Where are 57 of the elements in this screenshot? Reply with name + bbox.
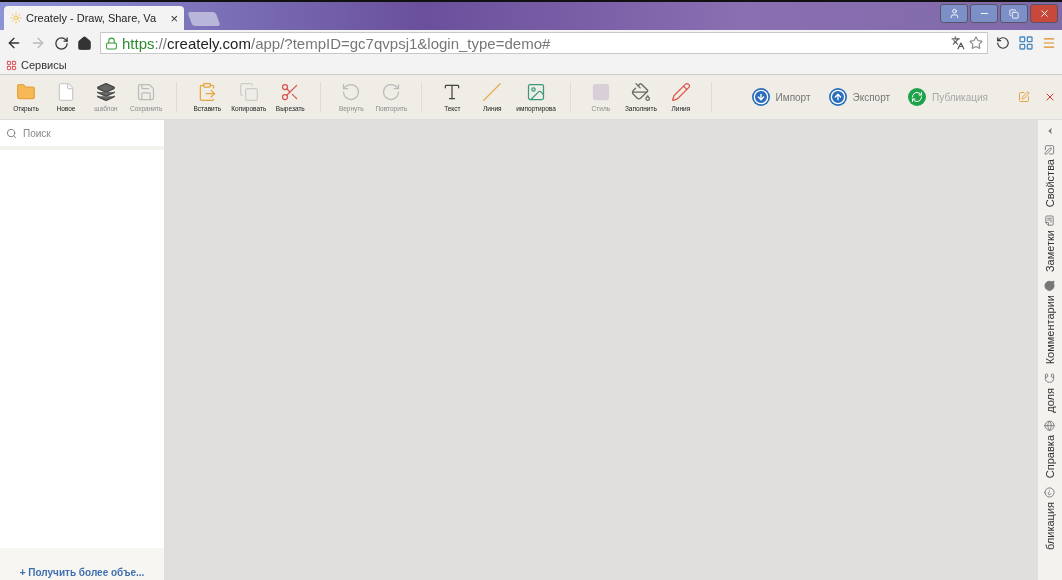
close-button[interactable] — [1030, 4, 1058, 23]
clipboard-icon — [197, 82, 218, 102]
refresh-icon[interactable] — [996, 36, 1010, 50]
copy-icon — [238, 82, 259, 102]
comment-icon — [1044, 280, 1056, 292]
reload-icon[interactable] — [54, 35, 69, 51]
note-icon — [1044, 215, 1056, 227]
search-icon — [6, 127, 17, 139]
restore-icon — [1009, 8, 1019, 19]
properties-icon — [1044, 144, 1056, 155]
tab-close-button[interactable]: × — [170, 10, 178, 26]
lock-icon — [105, 36, 118, 50]
new-tab-button[interactable] — [187, 12, 221, 26]
side-tab[interactable]: доля — [1044, 372, 1056, 413]
collapse-icon[interactable] — [1045, 126, 1055, 136]
upload-icon — [828, 88, 847, 106]
redo-icon — [381, 82, 402, 102]
browser-tab[interactable]: Creately - Draw, Share, Va × — [4, 6, 184, 30]
undo-icon — [341, 82, 362, 102]
side-tab[interactable]: Комментарии — [1044, 280, 1056, 365]
action-button[interactable]: Экспорт — [828, 88, 891, 106]
address-field[interactable]: https://creately.com/app/?tempID=gc7qvpsj1&login_type=demo# — [100, 32, 988, 54]
minimize-button[interactable] — [970, 4, 998, 23]
comment-box-icon[interactable] — [1018, 91, 1030, 103]
close-icon[interactable] — [1044, 91, 1056, 103]
menu-icon[interactable] — [1042, 36, 1056, 50]
image-icon — [526, 82, 547, 102]
save-icon — [136, 82, 157, 102]
layers-icon — [96, 82, 116, 102]
star-icon[interactable] — [969, 36, 983, 50]
pencil-icon — [670, 82, 691, 102]
translate-icon[interactable] — [951, 36, 965, 50]
home-icon[interactable] — [77, 35, 92, 51]
search-field[interactable]: Поиск — [23, 127, 133, 139]
download-icon — [751, 88, 770, 106]
maximize-button[interactable] — [1000, 4, 1028, 23]
action-button[interactable]: Импорт — [751, 88, 811, 106]
refresh-icon — [908, 88, 927, 106]
tab-title: Creately - Draw, Share, Va — [26, 12, 157, 24]
swatch-icon — [590, 82, 611, 102]
side-tab[interactable]: бликация — [1044, 486, 1056, 550]
close-icon — [1038, 8, 1050, 19]
person-icon — [948, 8, 960, 19]
folder-icon — [16, 82, 36, 102]
extension-icon[interactable] — [1018, 35, 1034, 51]
globe-icon — [1044, 420, 1056, 432]
side-tab[interactable]: Заметки — [1044, 215, 1056, 273]
bookmark-link[interactable]: Сервисы — [6, 59, 67, 71]
apps-icon — [6, 59, 17, 71]
user-button[interactable] — [940, 4, 968, 23]
file-icon — [56, 82, 76, 102]
line-icon — [482, 82, 503, 102]
side-tab[interactable]: Свойства — [1044, 144, 1056, 208]
bulb-icon — [10, 12, 22, 24]
paint-bucket-icon — [630, 82, 651, 102]
back-icon[interactable] — [6, 35, 22, 51]
side-tab[interactable]: Справка — [1044, 420, 1056, 479]
